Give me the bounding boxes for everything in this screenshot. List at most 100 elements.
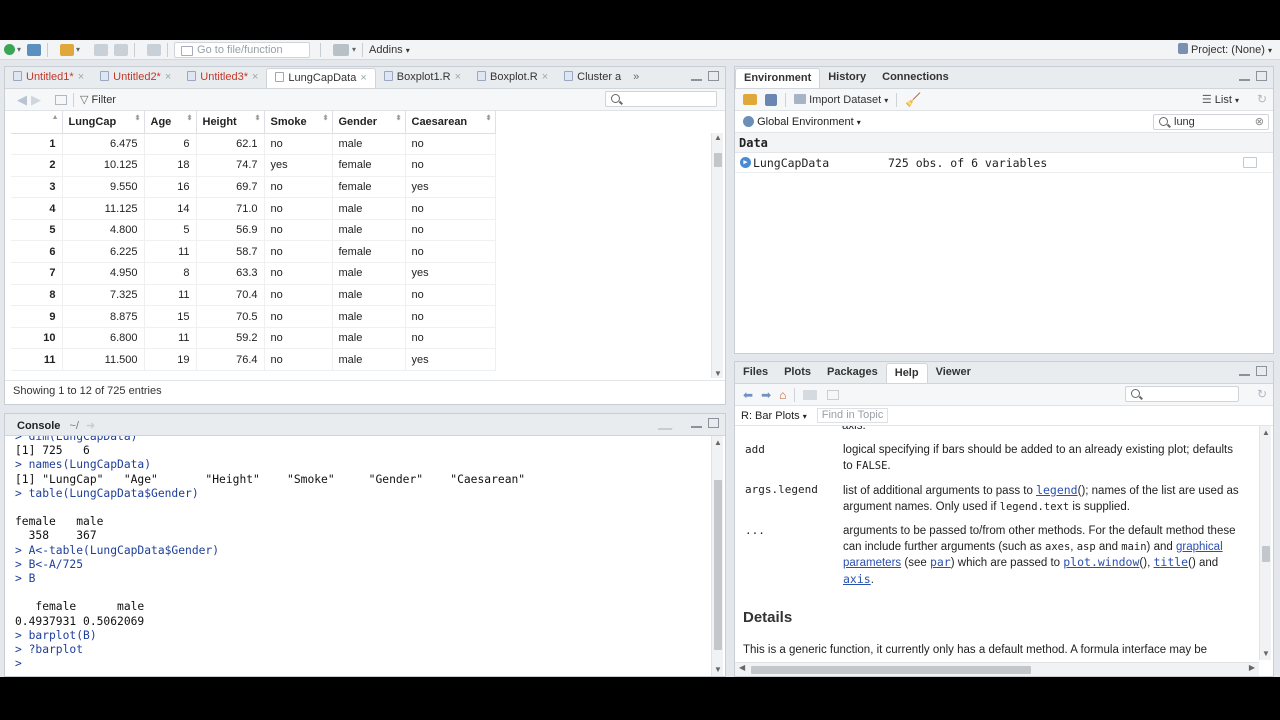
tab-connections[interactable]: Connections: [874, 68, 957, 88]
close-icon[interactable]: ×: [78, 71, 84, 83]
table-row[interactable]: 9 8.875 15 70.5 no male no: [11, 305, 496, 328]
scroll-up-icon[interactable]: ▲: [714, 133, 722, 142]
table-row[interactable]: 6 6.225 11 58.7 no female no: [11, 240, 496, 264]
close-icon[interactable]: ×: [165, 71, 171, 83]
chevron-down-icon[interactable]: ▾: [352, 45, 356, 54]
env-search-input[interactable]: lung ⊗: [1153, 114, 1269, 130]
load-workspace-icon[interactable]: [743, 94, 757, 105]
global-environment-menu[interactable]: Global Environment ▾: [743, 115, 861, 128]
chevron-down-icon[interactable]: ▾: [17, 45, 21, 54]
scroll-left-icon[interactable]: ◀: [739, 663, 745, 672]
maximize-icon[interactable]: [708, 71, 719, 81]
import-dataset-button[interactable]: Import Dataset ▾: [794, 93, 888, 106]
table-row[interactable]: 5 4.800 5 56.9 no male no: [11, 219, 496, 242]
tab-help[interactable]: Help: [885, 363, 928, 383]
col-header-caesarean[interactable]: Caesarean ⬍: [405, 111, 496, 134]
table-row[interactable]: 7 4.950 8 63.3 no male yes: [11, 262, 496, 285]
filter-button[interactable]: ▽ Filter: [80, 93, 116, 106]
close-icon[interactable]: ×: [542, 71, 548, 83]
scrollbar-thumb[interactable]: [751, 666, 1031, 674]
save-icon[interactable]: [94, 43, 109, 56]
find-in-topic-input[interactable]: Find in Topic: [816, 408, 889, 423]
tab-environment[interactable]: Environment: [735, 68, 821, 88]
scroll-down-icon[interactable]: ▼: [714, 665, 722, 674]
more-tabs-icon[interactable]: »: [629, 68, 647, 88]
minimize-icon[interactable]: [1239, 77, 1250, 81]
tab-files[interactable]: Files: [735, 363, 776, 383]
tab-plots[interactable]: Plots: [776, 363, 819, 383]
scroll-right-icon[interactable]: ▶: [1249, 663, 1255, 672]
minimize-icon[interactable]: [1239, 372, 1250, 376]
view-data-icon[interactable]: [1243, 157, 1257, 168]
tab-history[interactable]: History: [820, 68, 874, 88]
tab-viewer[interactable]: Viewer: [928, 363, 979, 383]
clear-search-icon[interactable]: ⊗: [1255, 115, 1264, 129]
help-link-legend[interactable]: legend: [1036, 483, 1078, 497]
console-title[interactable]: Console: [17, 420, 60, 432]
forward-arrow-icon[interactable]: ▶: [31, 92, 41, 108]
rownum-header[interactable]: ▲: [11, 111, 63, 134]
table-row[interactable]: 2 10.125 18 74.7 yes female no: [11, 154, 496, 177]
open-folder-icon[interactable]: [60, 43, 75, 56]
col-header-smoke[interactable]: Smoke ⬍: [264, 111, 333, 134]
console-scrollbar[interactable]: ▲ ▼: [711, 436, 723, 676]
print-icon[interactable]: [147, 43, 162, 56]
help-content-area[interactable]: axis. add logical specifying if bars sho…: [735, 426, 1259, 662]
scroll-up-icon[interactable]: ▲: [1262, 428, 1270, 437]
scrollbar-thumb[interactable]: [1262, 546, 1270, 562]
data-search-input[interactable]: [605, 91, 717, 107]
help-link-axis[interactable]: axis: [843, 572, 871, 586]
scroll-down-icon[interactable]: ▼: [1262, 649, 1270, 658]
new-file-icon[interactable]: [4, 44, 15, 55]
tab-untitled3[interactable]: Untitled3* ×: [179, 68, 266, 88]
tab-packages[interactable]: Packages: [819, 363, 886, 383]
new-project-icon[interactable]: [27, 43, 42, 56]
minimize-icon[interactable]: [691, 77, 702, 81]
help-link-par[interactable]: par: [930, 555, 951, 569]
forward-arrow-icon[interactable]: ➡: [761, 388, 771, 402]
save-all-icon[interactable]: [114, 43, 129, 56]
scroll-up-icon[interactable]: ▲: [714, 438, 722, 447]
dataviewer-scrollbar[interactable]: ▲ ▼: [711, 133, 723, 378]
env-object-name[interactable]: LungCapData: [753, 156, 829, 170]
help-topic-menu[interactable]: R: Bar Plots ▾: [741, 410, 807, 422]
maximize-icon[interactable]: [708, 418, 719, 428]
tab-cluster[interactable]: Cluster a: [556, 68, 629, 88]
table-row[interactable]: 11 11.500 19 76.4 no male yes: [11, 348, 496, 372]
help-hscrollbar[interactable]: ◀ ▶: [735, 662, 1259, 676]
help-link-title[interactable]: title: [1153, 555, 1188, 569]
tab-boxplot1[interactable]: Boxplot1.R ×: [376, 68, 469, 88]
addins-menu[interactable]: Addins ▾: [369, 44, 410, 56]
refresh-icon[interactable]: ↻: [1257, 387, 1267, 401]
back-arrow-icon[interactable]: ◀: [17, 92, 27, 108]
tab-boxplot[interactable]: Boxplot.R ×: [469, 68, 556, 88]
goto-file-function-input[interactable]: Go to file/function: [174, 41, 311, 58]
col-header-gender[interactable]: Gender ⬍: [332, 111, 406, 134]
tab-untitled1[interactable]: Untitled1* ×: [5, 68, 92, 88]
table-row[interactable]: 8 7.325 11 70.4 no male no: [11, 284, 496, 307]
chevron-down-icon[interactable]: ▾: [76, 45, 80, 54]
list-view-menu[interactable]: ☰ List ▾: [1202, 93, 1239, 106]
minimize-icon[interactable]: [691, 424, 702, 428]
print-icon[interactable]: [803, 389, 818, 400]
close-icon[interactable]: ×: [455, 71, 461, 83]
scrollbar-thumb[interactable]: [714, 480, 722, 650]
popout-icon[interactable]: [827, 389, 840, 400]
save-workspace-icon[interactable]: [765, 93, 777, 106]
refresh-icon[interactable]: ↻: [1257, 92, 1267, 106]
maximize-icon[interactable]: [1256, 366, 1267, 376]
tab-untitled2[interactable]: Untitled2* ×: [92, 68, 179, 88]
help-link-plot-window[interactable]: plot.window: [1063, 555, 1139, 569]
help-search-input[interactable]: [1125, 386, 1239, 402]
popout-icon[interactable]: [55, 94, 67, 105]
console-output-area[interactable]: > dim(LungCapData) [1] 725 6 > names(LungC…: [5, 436, 711, 676]
expand-icon[interactable]: ▶: [740, 157, 751, 168]
back-arrow-icon[interactable]: ⬅: [743, 388, 753, 402]
col-header-lungcap[interactable]: LungCap ⬍: [62, 111, 145, 134]
env-row-lungcapdata[interactable]: ▶ LungCapData 725 obs. of 6 variables: [735, 153, 1273, 173]
table-row[interactable]: 10 6.800 11 59.2 no male no: [11, 327, 496, 350]
grid-layout-icon[interactable]: [333, 43, 350, 56]
close-icon[interactable]: ×: [360, 72, 366, 84]
table-row[interactable]: 3 9.550 16 69.7 no female yes: [11, 176, 496, 199]
maximize-icon[interactable]: [1256, 71, 1267, 81]
